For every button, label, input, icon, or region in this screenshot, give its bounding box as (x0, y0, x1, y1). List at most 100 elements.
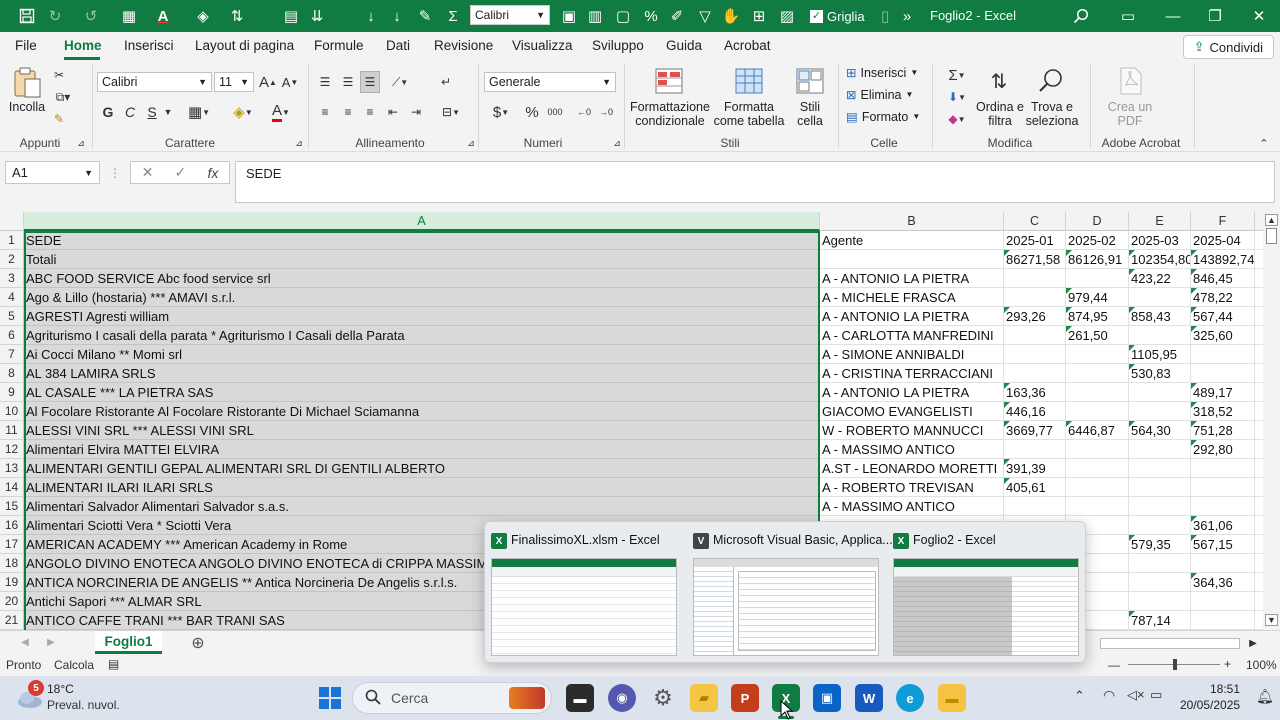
sheet-tab-foglio1[interactable]: Foglio1 (95, 631, 162, 654)
row-header[interactable]: 6 (0, 326, 24, 345)
cell-e[interactable] (1129, 288, 1191, 307)
cell-g[interactable] (1255, 554, 1263, 573)
row-header[interactable]: 19 (0, 573, 24, 592)
cell-f[interactable] (1191, 478, 1255, 497)
redo-icon[interactable]: ↻ (44, 5, 66, 27)
sum-qat-icon[interactable]: Σ (442, 5, 464, 27)
cell-b[interactable] (820, 250, 1004, 269)
cell-b[interactable]: A - CRISTINA TERRACCIANI (820, 364, 1004, 383)
row-header[interactable]: 2 (0, 250, 24, 269)
pen-qat-icon[interactable]: ✐ (666, 5, 688, 27)
clock-time[interactable]: 18:51 (1210, 682, 1240, 696)
cell-c[interactable] (1004, 364, 1066, 383)
cell-g[interactable] (1255, 307, 1263, 326)
cell-d[interactable]: 6446,87 (1066, 421, 1129, 440)
more-options-icon[interactable]: ⋮ (108, 164, 122, 182)
cell-d[interactable] (1066, 497, 1129, 516)
cell-c[interactable]: 405,61 (1004, 478, 1066, 497)
cell-b[interactable]: A - MASSIMO ANTICO (820, 497, 1004, 516)
scroll-down-icon[interactable]: ▼ (1265, 614, 1278, 626)
font-name-select[interactable]: Calibri ▼ (97, 72, 212, 92)
find-select-label[interactable]: Trova e seleziona (1022, 100, 1082, 128)
cell-a[interactable]: ALESSI VINI SRL *** ALESSI VINI SRL (24, 421, 820, 440)
cell-f[interactable] (1191, 592, 1255, 611)
cell-g[interactable] (1255, 497, 1263, 516)
cell-f[interactable] (1191, 611, 1255, 630)
cell-f[interactable] (1191, 554, 1255, 573)
column-header-f[interactable]: F (1191, 212, 1255, 231)
cell-c[interactable] (1004, 288, 1066, 307)
cell-a[interactable]: SEDE (24, 231, 820, 250)
cell-c[interactable]: 86271,58 (1004, 250, 1066, 269)
cell-e[interactable]: 858,43 (1129, 307, 1191, 326)
column-header-a[interactable]: A (24, 212, 820, 231)
conditional-format-label[interactable]: Formattazione condizionale (630, 100, 710, 128)
row-header[interactable]: 5 (0, 307, 24, 326)
increase-decimal-icon[interactable]: ←0 (574, 102, 594, 122)
currency-icon[interactable]: $ ▼ (486, 102, 516, 122)
dialog-launcher-icon[interactable]: ⊿ (76, 138, 86, 148)
number-format-select[interactable]: Generale ▼ (484, 72, 616, 92)
cell-e[interactable] (1129, 497, 1191, 516)
restore-button[interactable]: ❐ (1200, 4, 1230, 28)
cell-styles-icon[interactable] (795, 66, 825, 96)
percent-icon[interactable]: % (522, 102, 542, 122)
cell-d[interactable]: 86126,91 (1066, 250, 1129, 269)
cell-f[interactable]: 846,45 (1191, 269, 1255, 288)
align-top-icon[interactable]: ☰ (315, 72, 335, 92)
spellcheck-qat-icon[interactable]: ✎ (414, 5, 436, 27)
chart-qat-icon[interactable]: ▥ (584, 5, 606, 27)
tab-acrobat[interactable]: Acrobat (724, 38, 771, 53)
font-size-select[interactable]: 11 ▼ (214, 72, 254, 92)
powerpoint-icon[interactable]: P (731, 684, 759, 712)
autosum-icon[interactable]: Σ ▼ (942, 66, 972, 84)
cell-f[interactable]: 478,22 (1191, 288, 1255, 307)
cell-d[interactable] (1066, 459, 1129, 478)
cell-d[interactable]: 979,44 (1066, 288, 1129, 307)
row-header[interactable]: 16 (0, 516, 24, 535)
more-commands-icon[interactable]: » (896, 5, 918, 27)
cell-c[interactable] (1004, 326, 1066, 345)
tree-qat-icon[interactable]: ⊞ (748, 5, 770, 27)
merge-center-icon[interactable]: ⊟ ▼ (436, 102, 466, 122)
cell-b[interactable]: A - MICHELE FRASCA (820, 288, 1004, 307)
dialog-launcher-icon[interactable]: ⊿ (612, 138, 622, 148)
cell-d[interactable]: 261,50 (1066, 326, 1129, 345)
scroll-thumb[interactable] (1266, 228, 1277, 244)
select-all-corner[interactable] (0, 212, 24, 231)
cell-g[interactable] (1255, 383, 1263, 402)
increase-indent-icon[interactable]: ⇥ (406, 102, 426, 122)
cell-b[interactable]: W - ROBERTO MANNUCCI (820, 421, 1004, 440)
row-header[interactable]: 1 (0, 231, 24, 250)
collapse-ribbon-icon[interactable]: ⌃ (1256, 136, 1272, 150)
find-select-icon[interactable] (1036, 66, 1066, 96)
cell-f[interactable]: 567,44 (1191, 307, 1255, 326)
edge-icon[interactable]: e (896, 684, 924, 712)
format-cells-button[interactable]: ▤ Formato ▼ (846, 110, 926, 124)
tab-data[interactable]: Dati (386, 38, 410, 53)
cell-c[interactable]: 391,39 (1004, 459, 1066, 478)
font-name-qat[interactable]: Calibri ▼ (470, 5, 550, 25)
cell-g[interactable] (1255, 573, 1263, 592)
status-calculate[interactable]: Calcola (54, 658, 94, 672)
row-header[interactable]: 7 (0, 345, 24, 364)
cell-g[interactable] (1255, 478, 1263, 497)
add-sheet-icon[interactable]: ⊕ (188, 633, 208, 653)
tab-page-layout[interactable]: Layout di pagina (195, 38, 294, 53)
paste-icon[interactable] (10, 66, 44, 100)
column-header-g[interactable] (1255, 212, 1263, 231)
cell-d[interactable] (1066, 364, 1129, 383)
store-icon[interactable]: ▣ (813, 684, 841, 712)
cell-d[interactable]: 874,95 (1066, 307, 1129, 326)
cell-a[interactable]: Agriturismo I casali della parata * Agri… (24, 326, 820, 345)
folder-icon[interactable]: ▬ (938, 684, 966, 712)
zoom-out-icon[interactable]: — (1108, 658, 1120, 672)
fill-color-qat-icon[interactable]: ◈ (192, 5, 214, 27)
cell-c[interactable]: 3669,77 (1004, 421, 1066, 440)
column-header-e[interactable]: E (1129, 212, 1191, 231)
accessibility-icon[interactable]: ▤ (108, 657, 119, 671)
row-header[interactable]: 3 (0, 269, 24, 288)
tab-insert[interactable]: Inserisci (124, 38, 174, 53)
fill-icon[interactable]: ⬇ ▼ (942, 88, 972, 106)
cell-c[interactable]: 2025-01 (1004, 231, 1066, 250)
